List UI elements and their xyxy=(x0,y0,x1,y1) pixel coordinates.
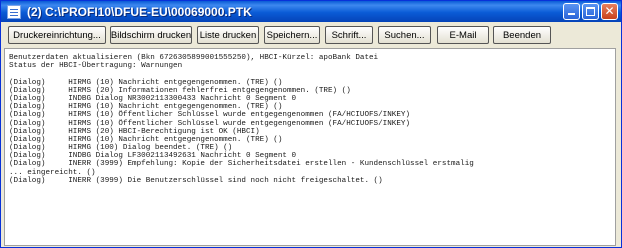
log-line: (Dialog) HIRMS (10) Öffentlicher Schlüss… xyxy=(9,119,411,128)
maximize-button[interactable] xyxy=(582,3,599,20)
log-line: (Dialog) INERR (3999) Empfehlung: Kopie … xyxy=(9,160,474,169)
save-button[interactable]: Speichern... xyxy=(264,26,320,44)
log-line: (Dialog) INERR (3999) Die Benutzerschlüs… xyxy=(9,176,383,185)
log-line: (Dialog) HIRMG (10) Nachricht entgegenge… xyxy=(9,135,283,144)
toolbar: Druckereinrichtung... Bildschirm drucken… xyxy=(1,22,621,47)
window-controls: ✕ xyxy=(563,3,618,20)
app-window: (2) C:\PROFI10\DFUE-EU\00069000.PTK ✕ Dr… xyxy=(0,0,622,248)
window-title: (2) C:\PROFI10\DFUE-EU\00069000.PTK xyxy=(27,4,252,19)
log-line: (Dialog) INDBG Dialog NR3002113300433 Na… xyxy=(9,94,297,103)
font-button[interactable]: Schrift... xyxy=(325,26,373,44)
log-line: (Dialog) HIRMG (100) Dialog beendet. (TR… xyxy=(9,144,233,153)
printer-setup-button[interactable]: Druckereinrichtung... xyxy=(8,26,106,44)
minimize-button[interactable] xyxy=(563,3,580,20)
close-icon: ✕ xyxy=(604,4,615,18)
title-bar[interactable]: (2) C:\PROFI10\DFUE-EU\00069000.PTK ✕ xyxy=(1,1,621,22)
minimize-icon xyxy=(568,13,575,15)
log-line: (Dialog) HIRMS (20) HBCI-Berechtigung is… xyxy=(9,127,260,136)
maximize-icon xyxy=(586,7,595,16)
log-line: Benutzerdaten aktualisieren (Bkn 6726305… xyxy=(9,54,379,62)
close-button[interactable]: ✕ xyxy=(601,3,618,20)
log-line: ... eingereicht. () xyxy=(9,168,96,177)
log-line: (Dialog) HIRMS (10) Öffentlicher Schlüss… xyxy=(9,111,411,120)
log-line: (Dialog) HIRMG (10) Nachricht entgegenge… xyxy=(9,78,283,87)
document-icon xyxy=(7,4,21,19)
log-line: Status der HBCI-Übertragung: Warnungen xyxy=(9,62,183,71)
log-line: (Dialog) INDBG Dialog LF3002113492631 Na… xyxy=(9,152,297,161)
search-button[interactable]: Suchen... xyxy=(378,26,431,44)
print-list-button[interactable]: Liste drucken xyxy=(197,26,259,44)
log-line: (Dialog) HIRMS (20) Informationen fehler… xyxy=(9,86,351,95)
print-screen-button[interactable]: Bildschirm drucken xyxy=(110,26,192,44)
email-button[interactable]: E-Mail xyxy=(437,26,489,44)
exit-button[interactable]: Beenden xyxy=(493,26,551,44)
log-text-area[interactable]: Benutzerdaten aktualisieren (Bkn 6726305… xyxy=(4,48,616,246)
